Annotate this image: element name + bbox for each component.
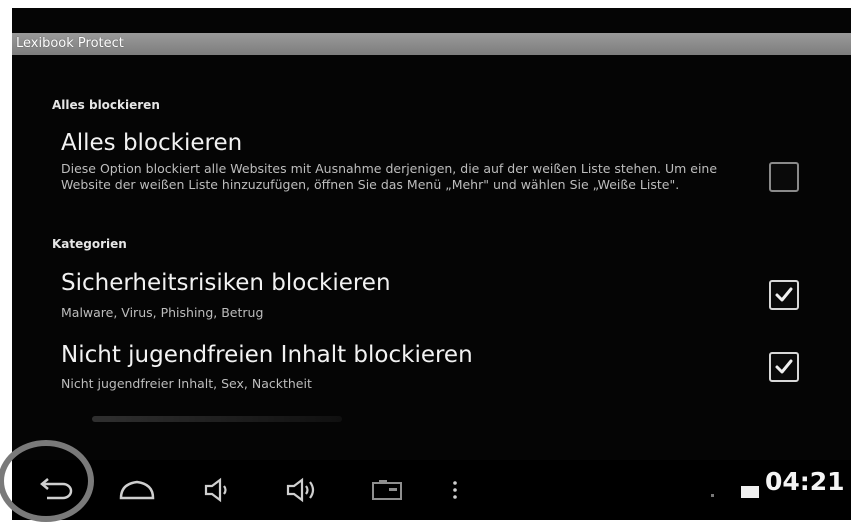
checkmark-icon bbox=[775, 287, 793, 302]
faded-list-item bbox=[92, 416, 342, 422]
back-button[interactable] bbox=[30, 470, 80, 510]
home-icon bbox=[119, 480, 155, 500]
back-icon bbox=[40, 478, 73, 500]
menu-icon bbox=[453, 481, 457, 499]
pref-block-all-summary: Diese Option blockiert alle Websites mit… bbox=[61, 161, 718, 192]
security-risks-checkbox[interactable] bbox=[769, 280, 799, 310]
notification-indicator bbox=[711, 494, 714, 497]
adult-content-checkbox[interactable] bbox=[769, 352, 799, 382]
volume-up-icon bbox=[286, 477, 315, 503]
menu-button[interactable] bbox=[430, 470, 480, 510]
block-all-checkbox[interactable] bbox=[769, 162, 799, 192]
battery-icon bbox=[741, 486, 759, 498]
checkmark-icon bbox=[775, 359, 793, 374]
section-header-categories: Kategorien bbox=[52, 237, 127, 251]
status-clock: 04:21 bbox=[765, 467, 845, 496]
pref-block-all-title: Alles blockieren bbox=[61, 130, 243, 156]
pref-adult-content-summary: Nicht jugendfreier Inhalt, Sex, Nackthei… bbox=[61, 376, 312, 391]
pref-adult-content-title: Nicht jugendfreien Inhalt blockieren bbox=[61, 342, 473, 368]
pref-security-risks-summary: Malware, Virus, Phishing, Betrug bbox=[61, 305, 264, 320]
app-title-bar: Lexibook Protect bbox=[12, 33, 851, 55]
volume-up-button[interactable] bbox=[279, 470, 329, 510]
device-frame: Lexibook Protect Alles blockieren Alles … bbox=[0, 0, 851, 526]
volume-down-icon bbox=[204, 477, 227, 503]
app-title: Lexibook Protect bbox=[16, 36, 124, 51]
section-header-block-all: Alles blockieren bbox=[52, 98, 160, 112]
system-nav-bar bbox=[12, 460, 851, 520]
screenshot-icon bbox=[372, 480, 402, 500]
screen: Lexibook Protect Alles blockieren Alles … bbox=[12, 8, 851, 520]
screenshot-button[interactable] bbox=[362, 470, 412, 510]
volume-down-button[interactable] bbox=[195, 470, 245, 510]
home-button[interactable] bbox=[112, 470, 162, 510]
pref-security-risks-title: Sicherheitsrisiken blockieren bbox=[61, 270, 391, 296]
